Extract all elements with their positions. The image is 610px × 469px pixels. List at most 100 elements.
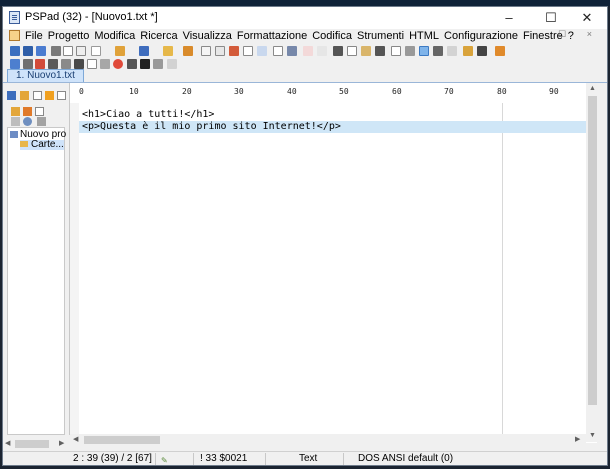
panel-scroll-right-icon[interactable]: ▶ [59,439,64,449]
vertical-scroll-thumb[interactable] [588,96,597,405]
refresh-icon[interactable] [11,117,20,126]
code-line-1[interactable]: <h1>Ciao a tutti!</h1> [79,109,214,121]
open-file-icon[interactable] [23,46,33,56]
undo-icon[interactable] [317,46,327,56]
add-file-icon[interactable] [23,107,32,116]
print-setup-icon[interactable] [287,46,297,56]
minimize-button[interactable]: – [489,7,529,29]
arrow-icon[interactable] [495,46,505,56]
panel-favorites-icon[interactable] [45,91,54,100]
color-icon[interactable] [35,59,45,69]
find-icon[interactable] [201,46,211,56]
scroll-right-arrow-icon[interactable]: ▶ [575,435,580,445]
delete-icon[interactable] [375,46,385,56]
menu-modifica[interactable]: Modifica [92,29,138,43]
monitor-icon[interactable] [477,46,487,56]
panel-files-icon[interactable] [20,91,29,100]
panel-scroll-thumb[interactable] [15,440,49,448]
title-bar: PSPad (32) - [Nuovo1.txt *] – ☐ ✕ [3,7,607,29]
filter-icon[interactable] [100,59,110,69]
modified-icon: ✎ [161,456,168,465]
open-folder-icon[interactable] [115,46,125,56]
grid-icon[interactable] [48,59,58,69]
image-icon[interactable] [127,59,137,69]
lock-icon[interactable] [463,46,473,56]
settings-icon[interactable] [23,59,33,69]
panel-clip-icon[interactable] [57,91,66,100]
panel-project-icon[interactable] [7,91,16,100]
upload-icon[interactable] [183,46,193,56]
tree-root-item[interactable]: Nuovo proge [10,130,66,140]
editor-area[interactable]: 0 10 20 30 40 50 60 70 80 90 <h1>Ciao a … [70,83,597,443]
horizontal-scroll-thumb[interactable] [84,436,160,444]
status-bar: 2 : 39 (39) / 2 [67] ✎ ! 33 $0021 Text D… [3,451,607,465]
close-button[interactable]: ✕ [567,7,607,29]
menu-html[interactable]: HTML [407,29,442,43]
maximize-button[interactable]: ☐ [531,7,571,29]
save-icon[interactable] [139,46,149,56]
tree-child-item[interactable]: Carte... [20,140,64,150]
scroll-left-arrow-icon[interactable]: ◀ [73,435,78,445]
paste-icon[interactable] [361,46,371,56]
menu-strumenti[interactable]: Strumenti [355,29,407,43]
menu-configurazione[interactable]: Configurazione [442,29,521,43]
scroll-down-arrow-icon[interactable]: ▼ [589,431,596,441]
new-file-icon[interactable] [10,46,20,56]
remove-icon[interactable] [37,117,46,126]
horizontal-scrollbar[interactable]: ◀ ▶ [70,434,586,446]
google-icon[interactable] [113,59,123,69]
ruler-label: 20 [182,87,192,96]
tools-icon[interactable] [74,59,84,69]
menu-progetto[interactable]: Progetto [46,29,93,43]
vertical-scrollbar[interactable]: ▲ ▼ [586,83,599,442]
compare-icon[interactable] [257,46,267,56]
print-preview-icon[interactable] [63,46,73,56]
terminal-icon[interactable] [140,59,150,69]
right-margin-line [502,103,503,434]
document-icon[interactable] [273,46,283,56]
new-document-icon[interactable] [91,46,101,56]
panel-explorer-icon[interactable] [33,91,42,100]
menu-ricerca[interactable]: Ricerca [138,29,180,43]
cut-icon[interactable] [333,46,343,56]
heart-icon[interactable] [303,46,313,56]
word-wrap-icon[interactable] [419,46,429,56]
bookmark-icon[interactable] [243,46,253,56]
add-folder-icon[interactable] [11,107,20,116]
macro-icon[interactable] [167,59,177,69]
save-all-icon[interactable] [163,46,173,56]
ftp-icon[interactable] [61,59,71,69]
menu-codifica[interactable]: Codifica [310,29,355,43]
list-icon[interactable] [153,59,163,69]
replace-icon[interactable] [215,46,225,56]
editor-gutter [70,103,79,434]
format-icon[interactable] [391,46,401,56]
status-divider [193,453,194,465]
copy-icon[interactable] [347,46,357,56]
menu-file[interactable]: File [23,29,46,43]
print-icon[interactable] [51,46,61,56]
status-divider [155,453,156,465]
panel-scroll-left-icon[interactable]: ◀ [5,439,10,449]
ruler-label: 60 [392,87,402,96]
project-icon[interactable] [10,59,20,69]
encoding-info: DOS ANSI default (0) [358,453,454,464]
new-item-icon[interactable] [35,107,44,116]
column-icon[interactable] [447,46,457,56]
info-icon[interactable] [23,117,32,126]
window-icon[interactable] [76,46,86,56]
goto-icon[interactable] [229,46,239,56]
save-file-icon[interactable] [36,46,46,56]
paragraph-icon[interactable] [405,46,415,56]
panel-scrollbar[interactable]: ◀ ▶ [3,437,69,451]
code-icon[interactable] [87,59,97,69]
code-line-2-current[interactable]: <p>Questa è il mio primo sito Internet!<… [79,121,593,133]
scroll-up-arrow-icon[interactable]: ▲ [589,84,596,94]
document-menu-icon[interactable] [9,30,20,41]
ruler-label: 50 [339,87,349,96]
link-icon[interactable] [433,46,443,56]
mdi-window-controls[interactable]: - ☐ × [535,29,601,40]
menu-formattazione[interactable]: Formattazione [235,29,310,43]
tab-nuovo1[interactable]: 1. Nuovo1.txt [7,69,84,82]
menu-visualizza[interactable]: Visualizza [181,29,235,43]
